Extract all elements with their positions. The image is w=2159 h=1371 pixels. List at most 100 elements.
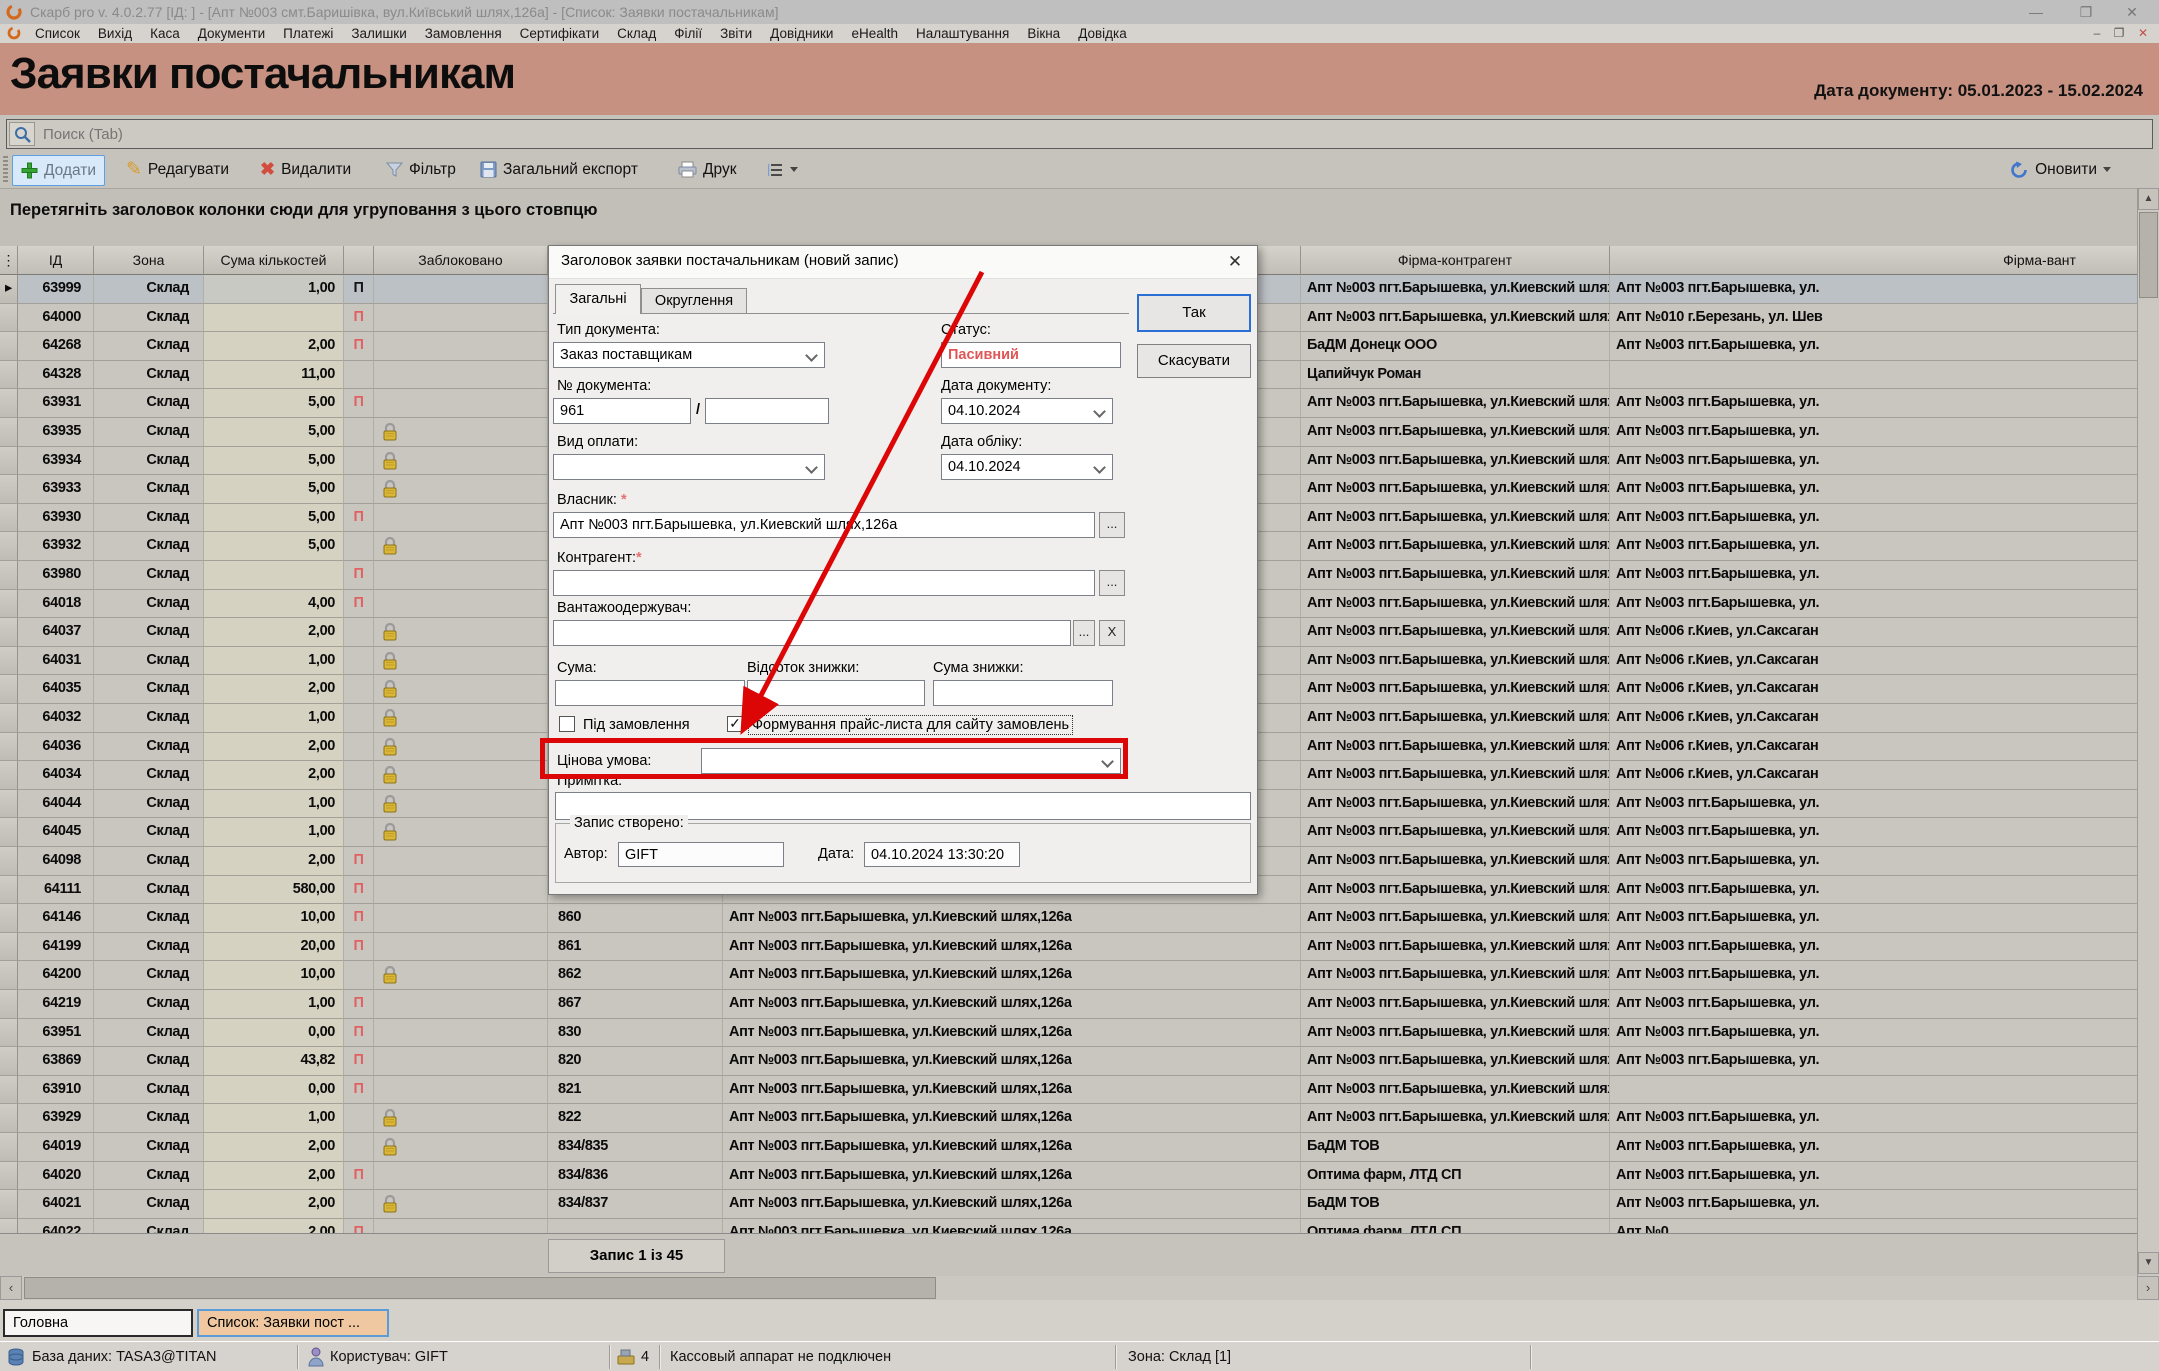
cancel-button[interactable]: Скасувати [1137,344,1251,378]
vertical-scrollbar[interactable]: ▲ ▼ [2137,188,2159,1276]
table-row[interactable]: 63869Склад43,82П820Апт №003 пгт.Барышевк… [0,1047,2159,1076]
tab-list-active[interactable]: Список: Заявки пост ... [197,1309,389,1337]
column-header-id[interactable]: ІД [18,246,94,275]
table-row[interactable]: 64146Склад10,00П860Апт №003 пгт.Барышевк… [0,904,2159,933]
menu-item[interactable]: Довідники [761,24,842,43]
sum-input[interactable] [555,680,745,706]
minimize-button[interactable]: — [2013,0,2059,24]
chevron-down-icon [1093,405,1106,418]
column-header-sum[interactable]: Сума кількостей [204,246,344,275]
vertical-scroll-thumb[interactable] [2139,212,2158,298]
column-header-blocked[interactable]: Заблоковано [374,246,548,275]
table-row[interactable]: 64019Склад2,00834/835Апт №003 пгт.Барыше… [0,1133,2159,1162]
doc-date-label: Дата документу: [941,378,1051,394]
toolbar-grip[interactable] [3,156,8,184]
contractor-input[interactable] [553,570,1095,596]
contractor-browse-button[interactable]: ... [1099,570,1125,596]
dialog-tab-rounding[interactable]: Округлення [641,288,747,314]
menu-item[interactable]: Звіти [711,24,761,43]
owner-browse-button[interactable]: ... [1099,512,1125,538]
table-row[interactable]: 64021Склад2,00834/837Апт №003 пгт.Барыше… [0,1190,2159,1219]
payment-type-combo[interactable] [553,454,825,480]
cell-sum: 1,00 [204,647,344,676]
column-header-contractor[interactable]: Фірма-контрагент [1301,246,1610,275]
scroll-right-icon[interactable]: › [2137,1276,2159,1300]
menu-item[interactable]: Налаштування [907,24,1018,43]
consignee-input[interactable] [553,620,1071,646]
discount-pct-input[interactable] [747,680,925,706]
close-button[interactable]: ✕ [2109,0,2155,24]
menu-item[interactable]: eHealth [842,24,907,43]
column-header-flag[interactable] [344,246,374,275]
horizontal-scrollbar[interactable]: ‹ › [0,1276,2159,1300]
discount-sum-input[interactable] [933,680,1113,706]
search-input[interactable] [41,120,1245,148]
menu-item[interactable]: Залишки [342,24,415,43]
menu-item[interactable]: Список [26,24,89,43]
grouping-drop-area[interactable]: Перетягніть заголовок колонки сюди для у… [0,188,2159,247]
consignee-clear-button[interactable]: X [1099,620,1125,646]
cell-contractor: Апт №003 пгт.Барышевка, ул.Киевский шлях… [1301,647,1610,676]
column-header-zone[interactable]: Зона [94,246,204,275]
account-date-combo[interactable]: 04.10.2024 [941,454,1113,480]
tab-home[interactable]: Головна [3,1309,193,1337]
statusbar-divider [1115,1345,1116,1369]
menu-item[interactable]: Філії [665,24,711,43]
mdi-restore-icon[interactable]: ❐ [2109,24,2129,43]
table-row[interactable]: 64022Склад2,00ПАпт №003 пгт.Барышевка, у… [0,1219,2159,1233]
cell-contractor: Апт №003 пгт.Барышевка, ул.Киевский шлях… [1301,475,1610,504]
ok-button[interactable]: Так [1137,294,1251,332]
lock-icon [382,537,398,555]
edit-button[interactable]: ✎ Редагувати [118,155,237,184]
add-button[interactable]: Додати [12,155,105,186]
menu-item[interactable]: Платежі [274,24,342,43]
owner-input[interactable]: Апт №003 пгт.Барышевка, ул.Киевский шлях… [553,512,1095,538]
refresh-button[interactable]: Оновити [2002,155,2119,184]
delete-button[interactable]: ✖ Видалити [252,155,359,184]
mdi-close-icon[interactable]: ✕ [2133,24,2153,43]
dialog-close-icon[interactable]: ✕ [1223,250,1247,274]
cell-doc_no: 867 [548,990,723,1019]
print-button[interactable]: Друк [670,155,744,184]
consignee-browse-button[interactable]: ... [1073,620,1095,646]
filter-button[interactable]: Фільтр [378,155,464,184]
menu-item[interactable]: Склад [608,24,665,43]
horizontal-scroll-thumb[interactable] [24,1277,936,1299]
scroll-up-icon[interactable]: ▲ [2138,188,2159,210]
table-row[interactable]: 64020Склад2,00П834/836Апт №003 пгт.Барыш… [0,1162,2159,1191]
table-row[interactable]: 63951Склад0,00П830Апт №003 пгт.Барышевка… [0,1019,2159,1048]
doc-date-combo[interactable]: 04.10.2024 [941,398,1113,424]
dialog-tab-general[interactable]: Загальні [555,284,641,314]
maximize-button[interactable]: ❐ [2063,0,2109,24]
under-order-checkbox[interactable] [559,716,575,732]
scroll-down-icon[interactable]: ▼ [2138,1252,2159,1274]
lock-icon [382,966,398,984]
table-row[interactable]: 64200Склад10,00862Апт №003 пгт.Барышевка… [0,961,2159,990]
doc-type-combo[interactable]: Заказ поставщикам [553,342,825,368]
menu-item[interactable]: Каса [141,24,189,43]
table-row[interactable]: 63910Склад0,00П821Апт №003 пгт.Барышевка… [0,1076,2159,1105]
table-row[interactable]: 63929Склад1,00822Апт №003 пгт.Барышевка,… [0,1104,2159,1133]
view-list-button[interactable] [760,155,806,184]
scroll-left-icon[interactable]: ‹ [0,1276,22,1300]
doc-number-suffix-input[interactable] [705,398,829,424]
menu-item[interactable]: Вікна [1018,24,1069,43]
under-order-label[interactable]: Під замовлення [583,717,690,733]
menu-item[interactable]: Вихід [89,24,141,43]
price-list-label[interactable]: Формування прайс-листа для сайту замовле… [749,716,1072,734]
column-header-consignee[interactable]: Фірма-вант [1610,246,2159,275]
cell-doc_no: 861 [548,933,723,962]
cell-flag [344,761,374,790]
menu-item[interactable]: Замовлення [416,24,511,43]
table-row[interactable]: 64199Склад20,00П861Апт №003 пгт.Барышевк… [0,933,2159,962]
doc-number-input[interactable]: 961 [553,398,691,424]
mdi-minimize-icon[interactable]: – [2087,24,2107,43]
cell-flag: П [344,504,374,533]
menu-item[interactable]: Сертифікати [511,24,608,43]
menu-item[interactable]: Документи [189,24,274,43]
table-row[interactable]: 64219Склад1,00П867Апт №003 пгт.Барышевка… [0,990,2159,1019]
menu-item[interactable]: Довідка [1069,24,1136,43]
export-button[interactable]: Загальний експорт [472,155,646,184]
price-list-checkbox[interactable]: ✓ [727,716,743,732]
search-box[interactable] [6,119,2153,149]
